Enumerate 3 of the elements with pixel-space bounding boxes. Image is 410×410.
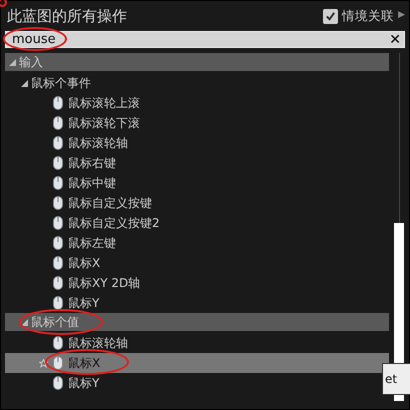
panel-title: 此蓝图的所有操作 <box>7 6 127 27</box>
tooltip: et <box>382 363 410 395</box>
context-label: 情境关联 <box>342 6 394 25</box>
